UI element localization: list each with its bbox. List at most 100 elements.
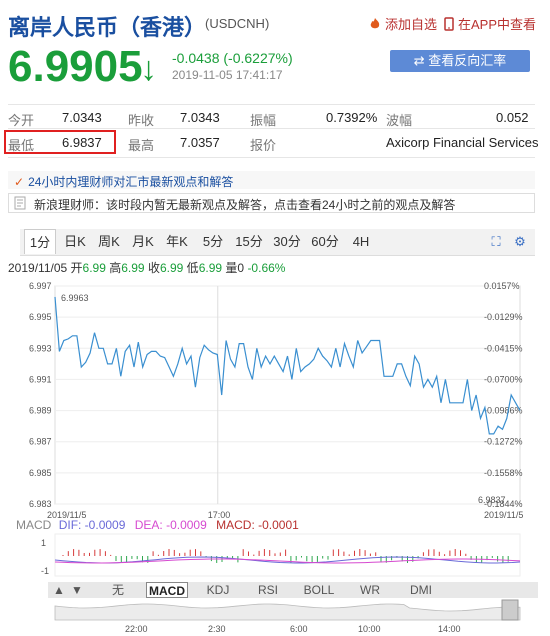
- tab-1min[interactable]: 1分: [24, 229, 56, 254]
- navigator-time-label: 2:30: [208, 624, 226, 634]
- macd-value: MACD: -0.0001: [216, 518, 299, 532]
- check-icon: ✓: [14, 175, 25, 189]
- wave-label: 波幅: [386, 113, 413, 128]
- pct-tick-label: -0.1558%: [484, 468, 523, 478]
- add-favorite-label: 添加自选: [385, 17, 438, 32]
- tab-60min[interactable]: 60分: [308, 229, 342, 254]
- tab-monthly-k[interactable]: 月K: [128, 229, 158, 254]
- prev-close-value: 7.0343: [180, 110, 220, 125]
- macd-y-label: -1: [41, 566, 49, 576]
- pct-tick-label: 0.0157%: [484, 281, 520, 291]
- tab-15min[interactable]: 15分: [232, 229, 266, 254]
- current-price: 6.9905: [8, 42, 143, 91]
- bar-date: 2019/11/05: [8, 261, 68, 275]
- wave-value: 0.052: [496, 110, 529, 125]
- macd-y-label: 1: [41, 538, 46, 548]
- navigator-handle: [501, 599, 519, 621]
- low-label: 最低: [8, 138, 35, 153]
- tab-boll[interactable]: BOLL: [298, 582, 340, 598]
- news-headline[interactable]: ✓ 24小时内理财师对汇市最新观点和解答: [14, 173, 233, 190]
- tab-yearly-k[interactable]: 年K: [162, 229, 192, 254]
- tab-daily-k[interactable]: 日K: [60, 229, 90, 254]
- navigator-time-label: 14:00: [438, 624, 461, 634]
- tab-none[interactable]: 无: [98, 582, 138, 598]
- bar-open: 6.99: [82, 261, 106, 275]
- y-tick-label: 6.991: [29, 374, 52, 384]
- fullscreen-icon[interactable]: ⛶: [486, 229, 506, 254]
- quote-source-value: Axicorp Financial Services: [386, 135, 539, 150]
- divider: [8, 128, 535, 129]
- bar-close-label: 收: [147, 261, 160, 275]
- settings-icon[interactable]: ⚙: [510, 229, 530, 254]
- pct-tick-label: -0.1272%: [484, 437, 523, 447]
- y-tick-label: 6.989: [29, 406, 52, 416]
- document-icon: [14, 196, 26, 215]
- symbol-code: (USDCNH): [205, 16, 270, 31]
- reverse-rate-button[interactable]: ⇄ 查看反向汇率: [390, 50, 530, 72]
- y-tick-label: 6.985: [29, 468, 52, 478]
- phone-icon: [444, 17, 454, 31]
- high-annotation: 6.9963: [61, 293, 89, 303]
- bar-vol-label: 量: [225, 261, 238, 275]
- tab-wr[interactable]: WR: [350, 582, 390, 598]
- period-tabs: 1分 日K 周K 月K 年K 5分 15分 30分 60分 4H ⛶ ⚙: [20, 229, 535, 256]
- prev-close-label: 昨收: [128, 113, 155, 128]
- x-tick-label: 2019/11/5: [484, 510, 523, 520]
- scroll-right-icon[interactable]: ▼: [70, 582, 84, 598]
- low-value: 6.9837: [62, 135, 102, 150]
- y-tick-label: 6.995: [29, 312, 52, 322]
- tab-dmi[interactable]: DMI: [400, 582, 442, 598]
- open-label: 今开: [8, 113, 35, 128]
- indicator-tabs: ▲ ▼ 无 MACD KDJ RSI BOLL WR DMI: [48, 582, 538, 598]
- tab-rsi[interactable]: RSI: [248, 582, 288, 598]
- news-headline-label: 24小时内理财师对汇市最新观点和解答: [28, 175, 234, 189]
- y-tick-label: 6.993: [29, 343, 52, 353]
- pct-tick-label: -0.0700%: [484, 374, 523, 384]
- navigator-area: [54, 603, 521, 621]
- fire-icon: [370, 18, 380, 29]
- reverse-rate-label: 查看反向汇率: [428, 53, 507, 68]
- tab-30min[interactable]: 30分: [270, 229, 304, 254]
- high-label: 最高: [128, 138, 155, 153]
- amplitude-label: 振幅: [250, 113, 277, 128]
- divider: [8, 104, 535, 105]
- tab-macd[interactable]: MACD: [146, 582, 188, 598]
- bar-high: 6.99: [121, 261, 145, 275]
- quote-source-label: 报价: [250, 138, 277, 153]
- bar-pct: -0.66%: [247, 261, 286, 275]
- bar-close: 6.99: [159, 261, 184, 275]
- macd-dea: DEA: -0.0009: [134, 518, 207, 532]
- bar-high-label: 高: [109, 261, 122, 275]
- tab-kdj[interactable]: KDJ: [198, 582, 238, 598]
- view-in-app-button[interactable]: 在APP中查看: [444, 14, 536, 33]
- page-title: 离岸人民币（香港）: [8, 15, 207, 40]
- scroll-left-icon[interactable]: ▲: [52, 582, 66, 598]
- tab-weekly-k[interactable]: 周K: [94, 229, 124, 254]
- divider: [8, 157, 535, 158]
- bar-info: 2019/11/05 开6.99 高6.99 收6.99 低6.99 量0 -0…: [8, 259, 285, 276]
- news-item-text: 新浪理财师：该时段内暂无最新观点及解答，点击查看24小时之前的观点及解答: [34, 198, 456, 212]
- view-in-app-label: 在APP中查看: [458, 17, 537, 32]
- tab-5min[interactable]: 5分: [198, 229, 228, 254]
- y-tick-label: 6.987: [29, 437, 52, 447]
- down-arrow-icon: ↓: [140, 50, 157, 88]
- low-annotation: 6.9837: [478, 495, 506, 505]
- bar-low-label: 低: [186, 261, 199, 275]
- bar-open-label: 开: [70, 261, 83, 275]
- add-favorite-button[interactable]: 添加自选: [368, 14, 437, 33]
- amplitude-value: 0.7392%: [326, 110, 378, 125]
- quote-timestamp: 2019-11-05 17:41:17: [172, 68, 283, 82]
- price-change: -0.0438 (-0.6227%): [172, 50, 293, 66]
- tab-4h[interactable]: 4H: [346, 229, 376, 254]
- bar-vol: 0: [237, 261, 245, 275]
- macd-dif: DIF: -0.0009: [58, 518, 126, 532]
- bar-low: 6.99: [198, 261, 223, 275]
- y-tick-label: 6.983: [29, 499, 52, 509]
- open-value: 7.0343: [62, 110, 102, 125]
- pct-tick-label: -0.0129%: [484, 312, 523, 322]
- y-tick-label: 6.997: [29, 281, 52, 291]
- navigator-time-label: 10:00: [358, 624, 381, 634]
- navigator-time-label: 22:00: [125, 624, 148, 634]
- pct-tick-label: -0.0986%: [484, 406, 523, 416]
- swap-icon: ⇄: [413, 53, 425, 68]
